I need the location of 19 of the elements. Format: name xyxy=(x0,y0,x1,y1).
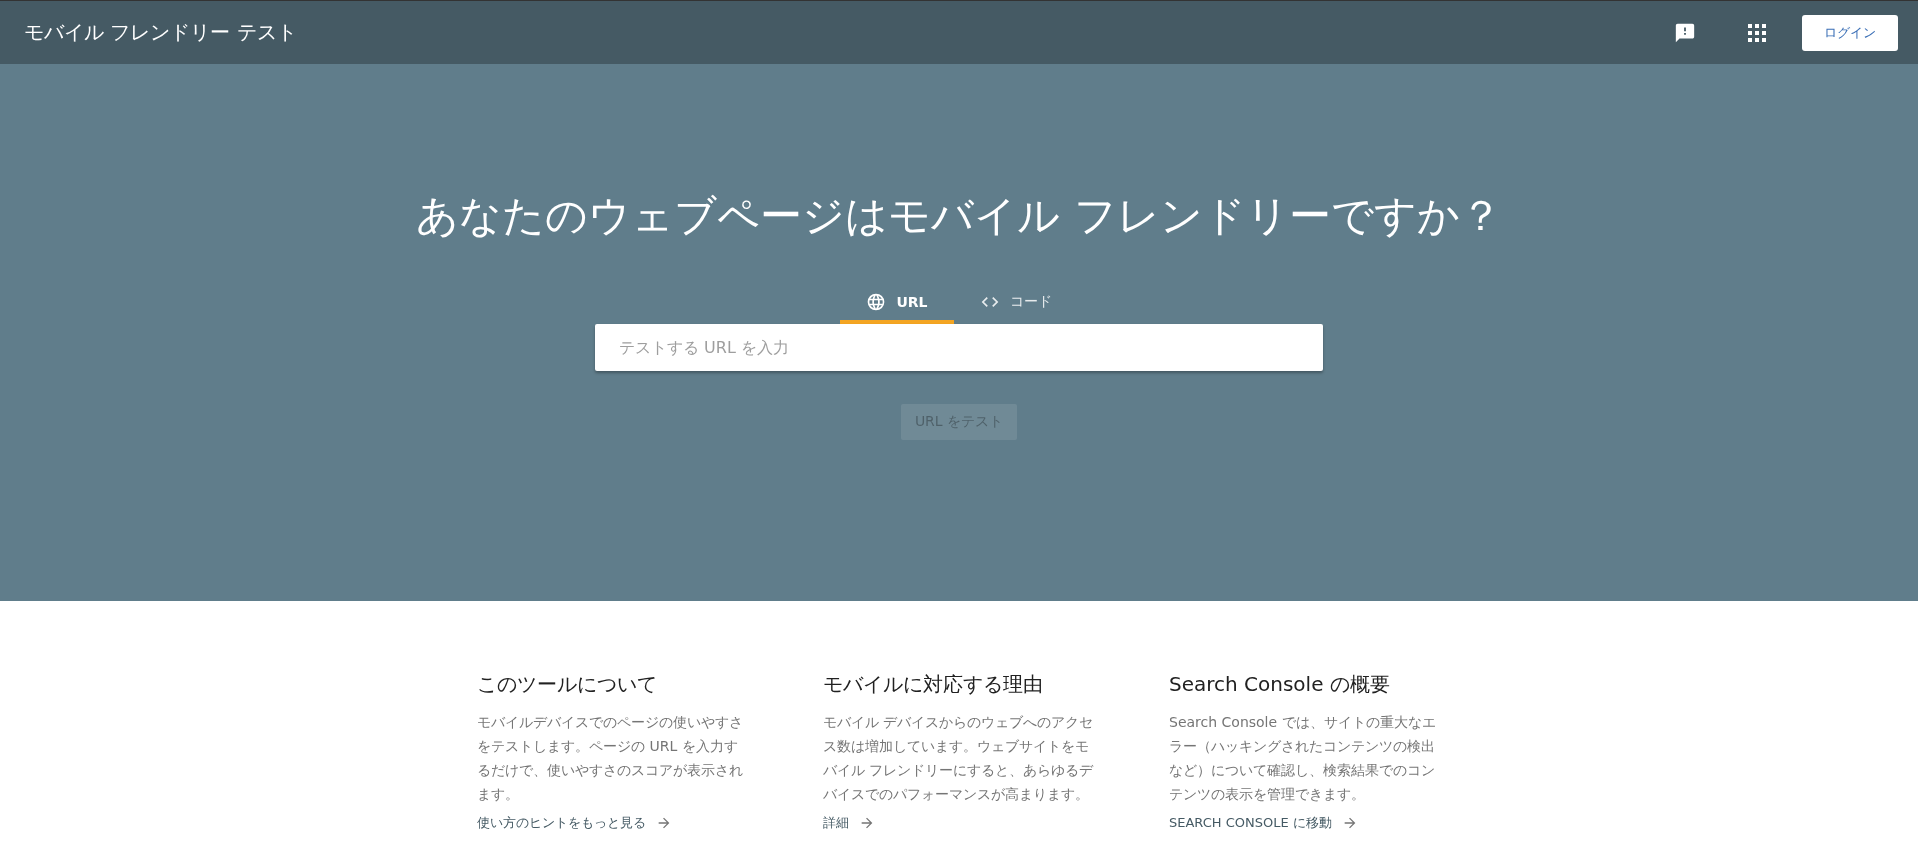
section-link[interactable]: 詳細 xyxy=(823,814,875,832)
arrow-right-icon xyxy=(656,815,672,831)
input-mode-tab[interactable]: コード xyxy=(953,284,1078,324)
arrow-right-icon xyxy=(859,815,875,831)
section-link[interactable]: 使い方のヒントをもっと見る xyxy=(477,814,672,832)
section-heading: モバイルに対応する理由 xyxy=(823,671,1044,698)
feedback-icon[interactable] xyxy=(1674,21,1696,44)
section-text: モバイルデバイスでのページの使いやすさをテストします。ページの URL を入力するだけで、使いやすさのスコアが表示されます。 xyxy=(477,713,744,804)
url-input-field[interactable]: テストする URL を入力 xyxy=(595,324,1323,371)
apps-grid-icon[interactable] xyxy=(1748,23,1766,42)
section-heading: このツールについて xyxy=(477,671,658,698)
globe-icon xyxy=(866,292,887,312)
login-button[interactable]: ログイン xyxy=(1802,14,1898,51)
section-text: Search Console では、サイトの重大なエラー（ハッキングされたコンテンツの検出など）について確認し、検索結果でのコンテンツの表示を管理できます。 xyxy=(1169,713,1437,804)
section-link[interactable]: SEARCH CONSOLE に移動 xyxy=(1169,814,1358,832)
app-title: モバイル フレンドリー テスト xyxy=(24,19,298,46)
section-heading: Search Console の概要 xyxy=(1169,671,1391,698)
hero-title: あなたのウェブページはモバイル フレンドリーですか？ xyxy=(416,190,1502,242)
section-text: モバイル デバイスからのウェブへのアクセス数は増加しています。ウェブサイトをモバイル フレンドリーにすると、あらゆるデバイスでのパフォーマンスが高まります。 xyxy=(823,713,1095,804)
